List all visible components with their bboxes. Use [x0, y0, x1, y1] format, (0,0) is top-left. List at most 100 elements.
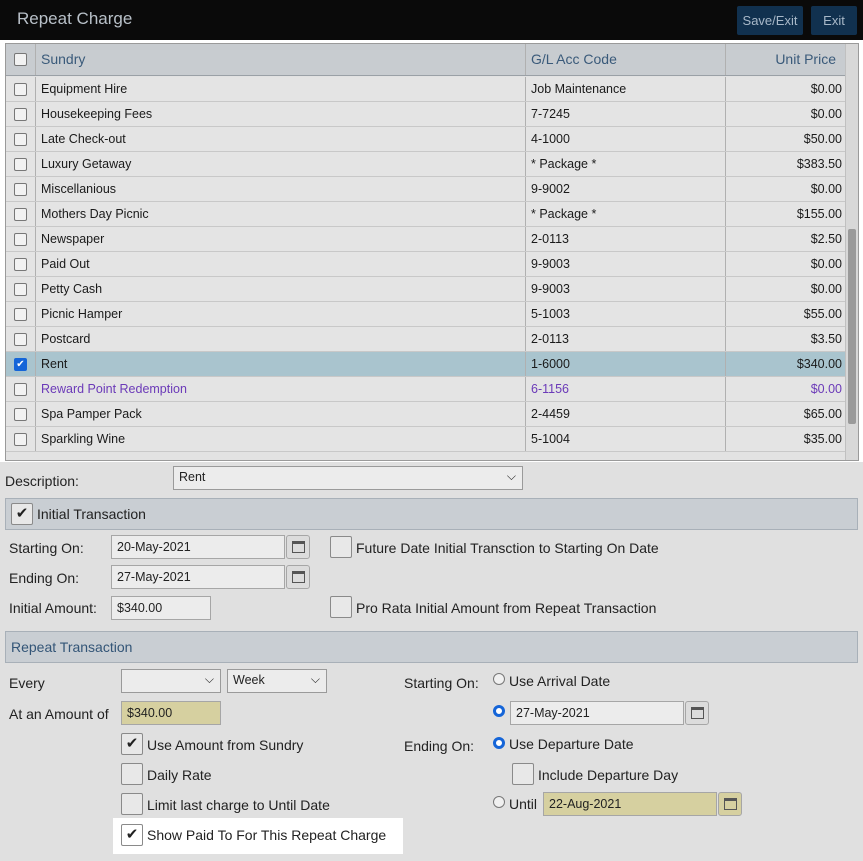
row-checkbox-checked[interactable]: ✔	[14, 358, 27, 371]
row-sundry: Miscellanious	[41, 182, 117, 196]
row-checkbox[interactable]	[14, 308, 27, 321]
row-gl: 9-9003	[531, 282, 570, 296]
row-sundry: Housekeeping Fees	[41, 107, 153, 121]
table-row[interactable]: Mothers Day Picnic * Package * $155.00	[6, 202, 846, 227]
row-sundry: Late Check-out	[41, 132, 126, 146]
until-radio[interactable]	[493, 796, 505, 808]
show-paid-highlight: ✔ Show Paid To For This Repeat Charge	[113, 818, 403, 854]
row-checkbox[interactable]	[14, 258, 27, 271]
header-sundry[interactable]: Sundry	[41, 51, 85, 67]
row-sundry: Spa Pamper Pack	[41, 407, 142, 421]
calendar-icon[interactable]	[718, 792, 742, 816]
initial-amount-input[interactable]: $340.00	[111, 596, 211, 620]
row-price: $340.00	[796, 357, 842, 371]
initial-transaction-checkbox[interactable]: ✔	[11, 503, 33, 525]
description-select[interactable]: Rent ⌵	[173, 466, 523, 490]
table-row[interactable]: Postcard 2-0113 $3.50	[6, 327, 846, 352]
exit-button[interactable]: Exit	[811, 6, 857, 35]
calendar-icon[interactable]	[286, 535, 310, 559]
table-row[interactable]: Paid Out 9-9003 $0.00	[6, 252, 846, 277]
row-checkbox[interactable]	[14, 208, 27, 221]
row-checkbox[interactable]	[14, 183, 27, 196]
row-checkbox[interactable]	[14, 333, 27, 346]
chevron-down-icon: ⌵	[310, 672, 320, 686]
row-checkbox[interactable]	[14, 233, 27, 246]
row-price: $65.00	[803, 407, 842, 421]
every-select[interactable]: ⌵	[121, 669, 221, 693]
initial-starting-input[interactable]: 20-May-2021	[111, 535, 285, 559]
row-sundry: Picnic Hamper	[41, 307, 123, 321]
row-sundry: Equipment Hire	[41, 82, 128, 96]
future-date-checkbox[interactable]	[330, 536, 352, 558]
row-checkbox[interactable]	[14, 383, 27, 396]
row-price: $3.50	[810, 332, 842, 346]
row-price: $2.50	[810, 232, 842, 246]
use-departure-radio[interactable]	[493, 737, 505, 749]
row-gl: 1-6000	[531, 357, 570, 371]
table-row[interactable]: Picnic Hamper 5-1003 $55.00	[6, 302, 846, 327]
start-date-radio[interactable]	[493, 705, 505, 717]
table-row[interactable]: Sparkling Wine 5-1004 $35.00	[6, 427, 846, 452]
row-checkbox[interactable]	[14, 83, 27, 96]
row-price: $35.00	[803, 432, 842, 446]
row-checkbox[interactable]	[14, 108, 27, 121]
daily-rate-label: Daily Rate	[147, 767, 212, 783]
calendar-icon[interactable]	[685, 701, 709, 725]
repeat-ending-label: Ending On:	[404, 738, 475, 754]
row-price: $383.50	[796, 157, 842, 171]
row-checkbox[interactable]	[14, 158, 27, 171]
limit-last-checkbox[interactable]	[121, 793, 143, 815]
table-row[interactable]: Spa Pamper Pack 2-4459 $65.00	[6, 402, 846, 427]
repeat-amount-input[interactable]: $340.00	[121, 701, 221, 725]
row-checkbox[interactable]	[14, 408, 27, 421]
row-gl: 6-1156	[531, 382, 569, 396]
table-row[interactable]: Luxury Getaway * Package * $383.50	[6, 152, 846, 177]
initial-ending-input[interactable]: 27-May-2021	[111, 565, 285, 589]
use-arrival-label: Use Arrival Date	[509, 673, 611, 689]
row-checkbox[interactable]	[14, 133, 27, 146]
daily-rate-checkbox[interactable]	[121, 763, 143, 785]
use-departure-label: Use Departure Date	[509, 736, 634, 752]
scrollbar-thumb[interactable]	[848, 229, 856, 424]
row-gl: 4-1000	[531, 132, 570, 146]
row-price: $55.00	[803, 307, 842, 321]
row-checkbox[interactable]	[14, 433, 27, 446]
header-gl-code[interactable]: G/L Acc Code	[531, 51, 617, 67]
until-date-input[interactable]: 22-Aug-2021	[543, 792, 717, 816]
select-all-checkbox[interactable]	[14, 53, 27, 66]
row-gl: 5-1004	[531, 432, 570, 446]
include-departure-checkbox[interactable]	[512, 763, 534, 785]
pro-rata-checkbox[interactable]	[330, 596, 352, 618]
use-amount-checkbox[interactable]: ✔	[121, 733, 143, 755]
row-gl: * Package *	[531, 207, 597, 221]
calendar-icon[interactable]	[286, 565, 310, 589]
use-amount-label: Use Amount from Sundry	[147, 737, 304, 753]
header-unit-price[interactable]: Unit Price	[775, 51, 836, 67]
table-row[interactable]: Petty Cash 9-9003 $0.00	[6, 277, 846, 302]
table-row[interactable]: Late Check-out 4-1000 $50.00	[6, 127, 846, 152]
title-bar: Repeat Charge Save/Exit Exit	[0, 0, 863, 40]
table-row[interactable]: Miscellanious 9-9002 $0.00	[6, 177, 846, 202]
repeat-amount-label: At an Amount of	[9, 706, 109, 722]
grid-scrollbar[interactable]	[845, 44, 858, 460]
use-arrival-radio[interactable]	[493, 673, 505, 685]
table-row[interactable]: Reward Point Redemption 6-1156 $0.00	[6, 377, 846, 402]
show-paid-label: Show Paid To For This Repeat Charge	[147, 827, 387, 843]
table-row[interactable]: Equipment Hire Job Maintenance $0.00	[6, 77, 846, 102]
row-sundry: Paid Out	[41, 257, 90, 271]
table-row[interactable]: Housekeeping Fees 7-7245 $0.00	[6, 102, 846, 127]
initial-ending-label: Ending On:	[9, 570, 80, 586]
table-row-selected[interactable]: ✔ Rent 1-6000 $340.00	[6, 352, 846, 377]
table-row[interactable]: Newspaper 2-0113 $2.50	[6, 227, 846, 252]
initial-transaction-section: ✔ Initial Transaction	[5, 498, 858, 530]
grid-rows: Equipment Hire Job Maintenance $0.00 House…	[6, 77, 846, 452]
period-select[interactable]: Week ⌵	[227, 669, 327, 693]
row-checkbox[interactable]	[14, 283, 27, 296]
sundry-grid: Sundry G/L Acc Code Unit Price Equipment…	[5, 43, 859, 461]
save-exit-button[interactable]: Save/Exit	[737, 6, 803, 35]
repeat-starting-label: Starting On:	[404, 675, 479, 691]
show-paid-checkbox[interactable]: ✔	[121, 824, 143, 846]
limit-last-label: Limit last charge to Until Date	[147, 797, 330, 813]
repeat-start-date-input[interactable]: 27-May-2021	[510, 701, 684, 725]
row-sundry: Mothers Day Picnic	[41, 207, 149, 221]
